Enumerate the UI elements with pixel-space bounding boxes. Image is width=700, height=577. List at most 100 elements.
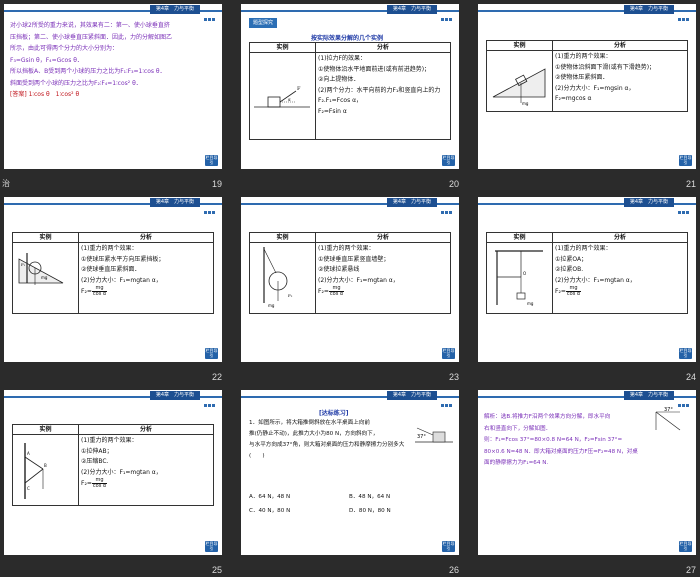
- chapter-tab: 第4章 力与平衡: [149, 391, 200, 400]
- chapter-tab: 第4章 力与平衡: [623, 198, 674, 207]
- nav-dots-icon: [678, 392, 690, 407]
- svg-text:O: O: [523, 271, 526, 276]
- analysis-cell: (1)重力的两个效果： ①拉伸AB； ②压缩BC. (2)分力大小：F₁=mgt…: [78, 434, 214, 506]
- slide-header: 第4章 力与平衡: [478, 4, 696, 21]
- nav-dots-icon: [678, 6, 690, 21]
- slide-header: 第4章 力与平衡: [241, 197, 459, 214]
- svg-text:mg: mg: [41, 275, 48, 280]
- nav-dots-icon: [441, 392, 453, 407]
- col-example: 实例: [12, 424, 79, 435]
- example-table: 实例 分析 O mg (1)重力的两个效果： ①拉紧OA； ②拉紧OB. (2)…: [486, 232, 688, 314]
- col-analysis: 分析: [315, 42, 451, 53]
- example-table: 实例 分析 F₁ mg (1)重力的两个效果： ①使球压紧水平方向压紧挡板； ②…: [12, 232, 214, 314]
- chapter-tab: 第4章 力与平衡: [386, 198, 437, 207]
- column-nav-button[interactable]: 栏目导引: [442, 155, 455, 166]
- slide-thumb-22[interactable]: 第4章 力与平衡 实例 分析 F₁ mg (1)重力的两个效果： ①使球压紧水平…: [0, 193, 226, 384]
- svg-text:mg: mg: [268, 303, 275, 308]
- col-example: 实例: [486, 40, 553, 51]
- slide-thumb-26[interactable]: 第4章 力与平衡 [达标练习] 37° 1．如图所示，将大箱推倒斜放在水平桌面上…: [237, 386, 463, 577]
- figure-cell: F α: [249, 52, 316, 140]
- section-banner: 题型探究: [249, 18, 278, 28]
- column-nav-button[interactable]: 栏目导引: [442, 348, 455, 359]
- slide-thumb-25[interactable]: 第4章 力与平衡 实例 分析 A B C (1)重力的两个效果： ①拉伸AB； …: [0, 386, 226, 577]
- col-analysis: 分析: [78, 232, 214, 243]
- column-nav-button[interactable]: 栏目导引: [679, 541, 692, 552]
- option-d[interactable]: D．80 N，80 N: [349, 504, 391, 518]
- col-analysis: 分析: [552, 40, 688, 51]
- analysis-cell: (1)重力的两个效果： ①拉紧OA； ②拉紧OB. (2)分力大小：F₁=mgt…: [552, 242, 688, 314]
- svg-text:37°: 37°: [417, 434, 426, 440]
- page-number: 21: [685, 179, 696, 189]
- answer-text: 1∶cos θ 1∶cos² θ: [28, 91, 80, 98]
- analysis-cell: (1)重力的两个效果： ①使物体沿斜面下滑(或有下滑趋势)； ②使物体压紧斜面．…: [552, 50, 688, 112]
- slide-header: 第4章 力与平衡: [241, 390, 459, 407]
- option-b[interactable]: B．48 N，64 N: [349, 490, 390, 504]
- slide-thumb-23[interactable]: 第4章 力与平衡 实例 分析 mg F₂ (1)重力的两个效果： ①使球垂直压紧…: [237, 193, 463, 384]
- figure-cell: mg: [486, 50, 553, 112]
- svg-text:37°: 37°: [664, 407, 673, 413]
- svg-text:F₁: F₁: [21, 262, 26, 267]
- nav-dots-icon: [678, 199, 690, 214]
- option-a[interactable]: A．64 N，48 N: [249, 490, 349, 504]
- slide-thumb-21[interactable]: 第4章 力与平衡 实例 分析 mg (1)重力的两个效果： ①使物体沿斜面下滑(或…: [474, 0, 700, 191]
- page-number: 27: [685, 565, 696, 575]
- bracket-figure: A B C: [24, 443, 47, 499]
- col-analysis: 分析: [78, 424, 214, 435]
- side-tag: 治: [2, 179, 10, 188]
- slide-header: 第4章 力与平衡: [478, 390, 696, 407]
- page-number: 26: [448, 565, 459, 575]
- svg-text:α: α: [288, 97, 291, 102]
- slide-19: 第4章 力与平衡 对小球2所受的重力来说，其效果有二：第一、使小球垂直挤 压挡板…: [4, 4, 222, 169]
- slide-thumb-20[interactable]: 第4章 力与平衡 题型探究 按实际效果分解的几个实例 实例 分析 F α (1)…: [237, 0, 463, 191]
- column-nav-button[interactable]: 栏目导引: [205, 348, 218, 359]
- col-analysis: 分析: [552, 232, 688, 243]
- slide-thumb-24[interactable]: 第4章 力与平衡 实例 分析 O mg (1)重力的两个效果： ①拉紧OA； ②…: [474, 193, 700, 384]
- slide-24: 第4章 力与平衡 实例 分析 O mg (1)重力的两个效果： ①拉紧OA； ②…: [478, 197, 696, 362]
- analysis-cell: (1)拉力F的效果： ①使物体沿水平地面前进(或有前进趋势)； ②向上提物体． …: [315, 52, 451, 140]
- slide-23: 第4章 力与平衡 实例 分析 mg F₂ (1)重力的两个效果： ①使球垂直压紧…: [241, 197, 459, 362]
- nav-dots-icon: [441, 6, 453, 21]
- chapter-tab: 第4章 力与平衡: [386, 5, 437, 14]
- svg-text:F: F: [297, 86, 301, 92]
- col-example: 实例: [12, 232, 79, 243]
- col-example: 实例: [249, 232, 316, 243]
- page-number: 20: [448, 179, 459, 189]
- svg-text:A: A: [27, 451, 30, 456]
- slide-25: 第4章 力与平衡 实例 分析 A B C (1)重力的两个效果： ①拉伸AB； …: [4, 390, 222, 555]
- slide-thumb-27[interactable]: 第4章 力与平衡 37° 解析：选B.将推力F沿两个效果方向分解，即水平向 右和…: [474, 386, 700, 577]
- column-nav-button[interactable]: 栏目导引: [679, 348, 692, 359]
- column-nav-button[interactable]: 栏目导引: [205, 541, 218, 552]
- col-example: 实例: [486, 232, 553, 243]
- figure-cell: A B C: [12, 434, 79, 506]
- slide-header: 第4章 力与平衡: [241, 4, 459, 21]
- svg-text:B: B: [44, 463, 47, 468]
- options: A．64 N，48 N B．48 N，64 N C．40 N，80 N D．80…: [249, 490, 449, 518]
- svg-text:mg: mg: [522, 101, 529, 106]
- col-example: 实例: [249, 42, 316, 53]
- answer-label: [答案]: [10, 91, 27, 98]
- page-number: 25: [211, 565, 222, 575]
- slide-header: 第4章 力与平衡: [4, 4, 222, 21]
- figure-cell: O mg: [486, 242, 553, 314]
- nav-dots-icon: [204, 392, 216, 407]
- page-number: 23: [448, 372, 459, 382]
- solution-text: 对小球2所受的重力来说，其效果有二：第一、使小球垂直挤 压挡板；第二、使小球垂直…: [10, 22, 173, 98]
- option-c[interactable]: C．40 N，80 N: [249, 504, 349, 518]
- chapter-tab: 第4章 力与平衡: [623, 391, 674, 400]
- figure-cell: F₁ mg: [12, 242, 79, 314]
- push-box-figure: 37°: [415, 427, 453, 443]
- slide-thumb-19[interactable]: 第4章 力与平衡 对小球2所受的重力来说，其效果有二：第一、使小球垂直挤 压挡板…: [0, 0, 226, 191]
- example-table: 实例 分析 mg (1)重力的两个效果： ①使物体沿斜面下滑(或有下滑趋势)； ②…: [486, 40, 688, 112]
- svg-text:mg: mg: [527, 301, 534, 306]
- column-nav-button[interactable]: 栏目导引: [442, 541, 455, 552]
- slide-header: 第4章 力与平衡: [4, 390, 222, 407]
- ball-wall-string-figure: mg F₂: [263, 247, 293, 308]
- column-nav-button[interactable]: 栏目导引: [679, 155, 692, 166]
- chapter-tab: 第4章 力与平衡: [386, 391, 437, 400]
- incline-block-figure: mg: [492, 68, 546, 106]
- chapter-tab: 第4章 力与平衡: [149, 198, 200, 207]
- pulled-block-figure: F α: [254, 86, 310, 108]
- slide-27: 第4章 力与平衡 37° 解析：选B.将推力F沿两个效果方向分解，即水平向 右和…: [478, 390, 696, 555]
- column-nav-button[interactable]: 栏目导引: [205, 155, 218, 166]
- force-decomposition-figure: 37°: [655, 407, 681, 431]
